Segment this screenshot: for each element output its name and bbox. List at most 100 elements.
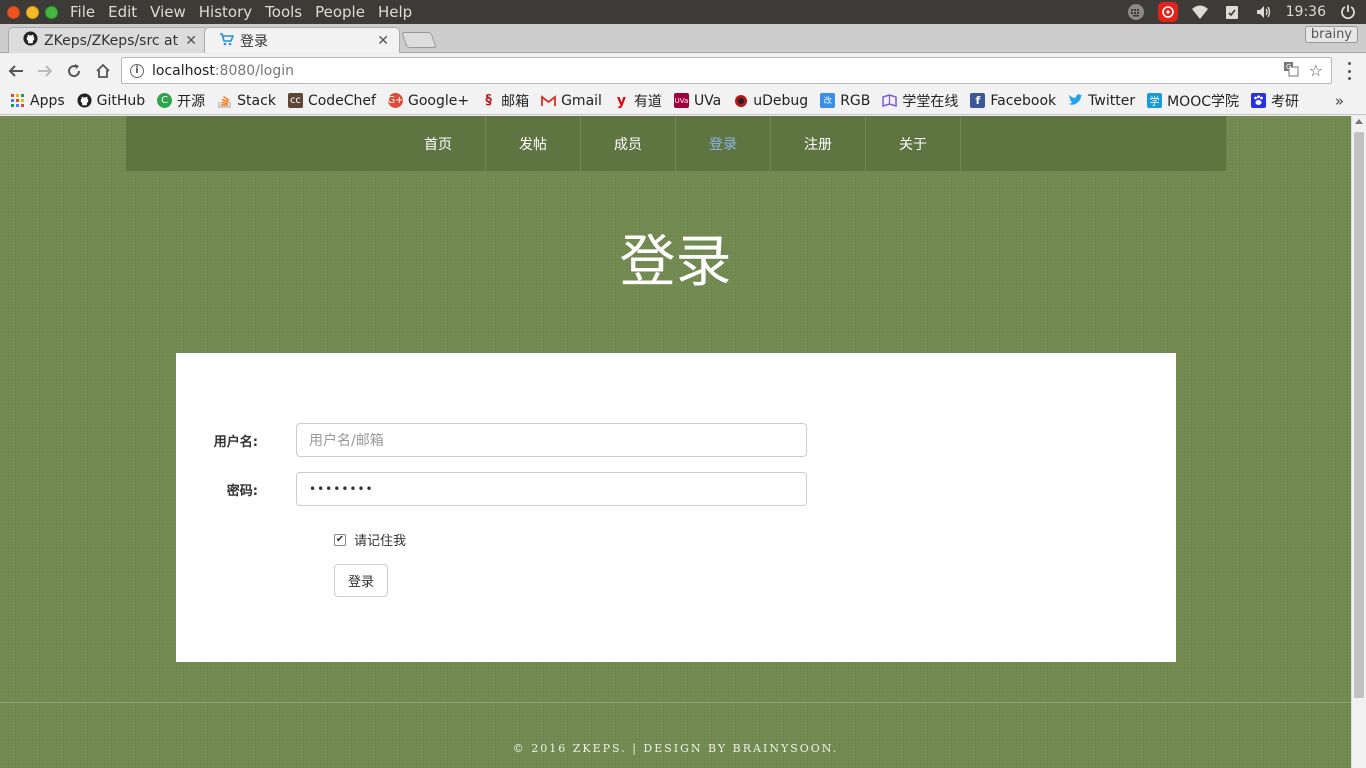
power-icon[interactable]: [1338, 2, 1358, 22]
bookmark-kaoyan[interactable]: 考研: [1251, 91, 1299, 111]
bookmark-label: 邮箱: [501, 93, 530, 110]
stackoverflow-icon: [217, 93, 232, 108]
facebook-icon: f: [970, 93, 986, 108]
window-controls: [7, 5, 58, 19]
menu-view[interactable]: View: [150, 3, 186, 21]
keyboard-icon[interactable]: [1126, 2, 1146, 22]
bookmark-uva[interactable]: UVa UVa: [673, 92, 722, 109]
password-row: 密码: ••••••••: [176, 472, 807, 506]
close-window-button[interactable]: [7, 5, 20, 19]
bookmark-label: UVa: [693, 92, 722, 109]
nav-about[interactable]: 关于: [866, 116, 961, 171]
bookmark-label: Apps: [30, 92, 65, 109]
menu-help[interactable]: Help: [378, 3, 412, 21]
info-icon[interactable]: i: [130, 63, 144, 78]
profile-button[interactable]: brainy: [1304, 26, 1358, 43]
wifi-icon[interactable]: [1190, 2, 1210, 22]
menu-people[interactable]: People: [315, 3, 365, 21]
baidu-paw-icon: [1251, 93, 1266, 108]
oschina-icon: C: [157, 93, 173, 108]
password-input[interactable]: ••••••••: [296, 472, 807, 506]
nav-register[interactable]: 注册: [771, 116, 866, 171]
bookmark-label: GitHub: [96, 92, 146, 109]
volume-icon[interactable]: [1254, 2, 1274, 22]
menu-tools[interactable]: Tools: [265, 3, 302, 21]
bookmark-label: 考研: [1271, 93, 1299, 110]
bookmark-codechef[interactable]: cc CodeChef: [287, 93, 376, 109]
login-submit-button[interactable]: 登录: [334, 564, 388, 597]
username-input[interactable]: 用户名/邮箱: [296, 423, 807, 457]
scroll-up-arrow-icon[interactable]: [1355, 119, 1363, 124]
tab-title: 登录: [240, 33, 268, 50]
netease-music-icon[interactable]: [1157, 2, 1178, 22]
home-icon[interactable]: [90, 58, 116, 84]
googleplus-icon: G+: [387, 93, 404, 108]
minimize-window-button[interactable]: [26, 5, 39, 19]
bookmark-gmail[interactable]: Gmail: [541, 93, 602, 109]
page-scrollbar[interactable]: [1351, 116, 1366, 768]
bookmark-facebook[interactable]: f Facebook: [970, 93, 1056, 109]
bookmark-rgb[interactable]: 改 RGB: [820, 93, 870, 109]
bookmark-stack[interactable]: Stack: [217, 93, 276, 109]
nav-members[interactable]: 成员: [581, 116, 676, 171]
address-bar[interactable]: i localhost:8080/login G ☆: [121, 57, 1332, 84]
bookmark-xuetang[interactable]: 学堂在线: [882, 91, 958, 111]
bookmark-googleplus[interactable]: G+ Google+: [387, 93, 469, 109]
bookmark-label: uDebug: [753, 92, 809, 109]
new-tab-button[interactable]: [401, 32, 437, 48]
bookmark-mooc[interactable]: 学 MOOC学院: [1147, 91, 1239, 111]
bookmark-label: Gmail: [561, 92, 602, 109]
app-menu: File Edit View History Tools People Help: [70, 3, 412, 21]
reload-icon[interactable]: [61, 58, 87, 84]
remember-me-row: ✔ 请记住我: [334, 530, 406, 549]
maximize-window-button[interactable]: [45, 5, 58, 19]
bookmark-oschina[interactable]: C 开源: [157, 91, 205, 111]
bookmark-youdao[interactable]: y 有道: [614, 91, 662, 111]
menu-history[interactable]: History: [199, 3, 252, 21]
tab-github[interactable]: ZKeps/ZKeps/src at m ✕: [8, 27, 208, 53]
url-text[interactable]: localhost:8080/login: [152, 63, 294, 79]
youdao-icon: y: [616, 92, 626, 109]
bookmark-label: 有道: [633, 93, 662, 110]
bookmarks-overflow-icon[interactable]: »: [1335, 92, 1344, 110]
nav-login[interactable]: 登录: [676, 116, 771, 171]
codechef-icon: cc: [287, 93, 303, 108]
bookmark-star-icon[interactable]: ☆: [1309, 61, 1323, 81]
menu-edit[interactable]: Edit: [108, 3, 137, 21]
nav-post[interactable]: 发帖: [486, 116, 581, 171]
page-title: 登录: [619, 230, 732, 295]
clipboard-check-icon[interactable]: [1222, 2, 1242, 22]
bookmark-udebug[interactable]: uDebug: [733, 93, 808, 109]
clock[interactable]: 19:36: [1286, 4, 1326, 20]
uva-icon: UVa: [673, 93, 689, 108]
bookmark-label: 学堂在线: [902, 93, 959, 110]
password-value: ••••••••: [309, 482, 374, 496]
close-icon[interactable]: ✕: [377, 33, 389, 49]
bookmark-label: RGB: [840, 92, 871, 109]
close-icon[interactable]: ✕: [185, 33, 197, 49]
nav-home[interactable]: 首页: [391, 116, 486, 171]
username-placeholder: 用户名/邮箱: [309, 433, 384, 449]
rgb-icon: 改: [820, 93, 836, 108]
footer-copyright: © 2016 ZKEPS. | DESIGN BY BRAINYSOON.: [512, 742, 839, 755]
bookmark-twitter[interactable]: Twitter: [1068, 93, 1135, 109]
tab-login[interactable]: 登录 ✕: [204, 27, 400, 53]
bookmark-apps[interactable]: Apps: [10, 93, 65, 109]
remember-me-label[interactable]: 请记住我: [354, 530, 406, 549]
menu-kebab-icon[interactable]: [1348, 62, 1352, 80]
bookmark-label: Facebook: [990, 92, 1057, 109]
translate-icon[interactable]: G: [1283, 61, 1299, 81]
menu-file[interactable]: File: [70, 3, 95, 21]
back-arrow-icon[interactable]: [3, 58, 29, 84]
os-menubar: File Edit View History Tools People Help…: [0, 0, 1366, 24]
username-row: 用户名: 用户名/邮箱: [176, 423, 807, 457]
bookmark-github[interactable]: GitHub: [77, 92, 146, 109]
scrollbar-thumb[interactable]: [1354, 132, 1364, 698]
udebug-icon: [733, 93, 748, 108]
page-viewport: 首页 发帖 成员 登录 注册 关于 登录 用户名: 用户名/邮箱 密码: •••…: [0, 116, 1351, 768]
bookmark-label: 开源: [177, 93, 206, 110]
bookmark-mail163[interactable]: § 邮箱: [481, 91, 529, 111]
tab-title: ZKeps/ZKeps/src at m: [44, 32, 179, 49]
forward-arrow-icon[interactable]: [32, 58, 58, 84]
remember-me-checkbox[interactable]: ✔: [334, 533, 346, 546]
